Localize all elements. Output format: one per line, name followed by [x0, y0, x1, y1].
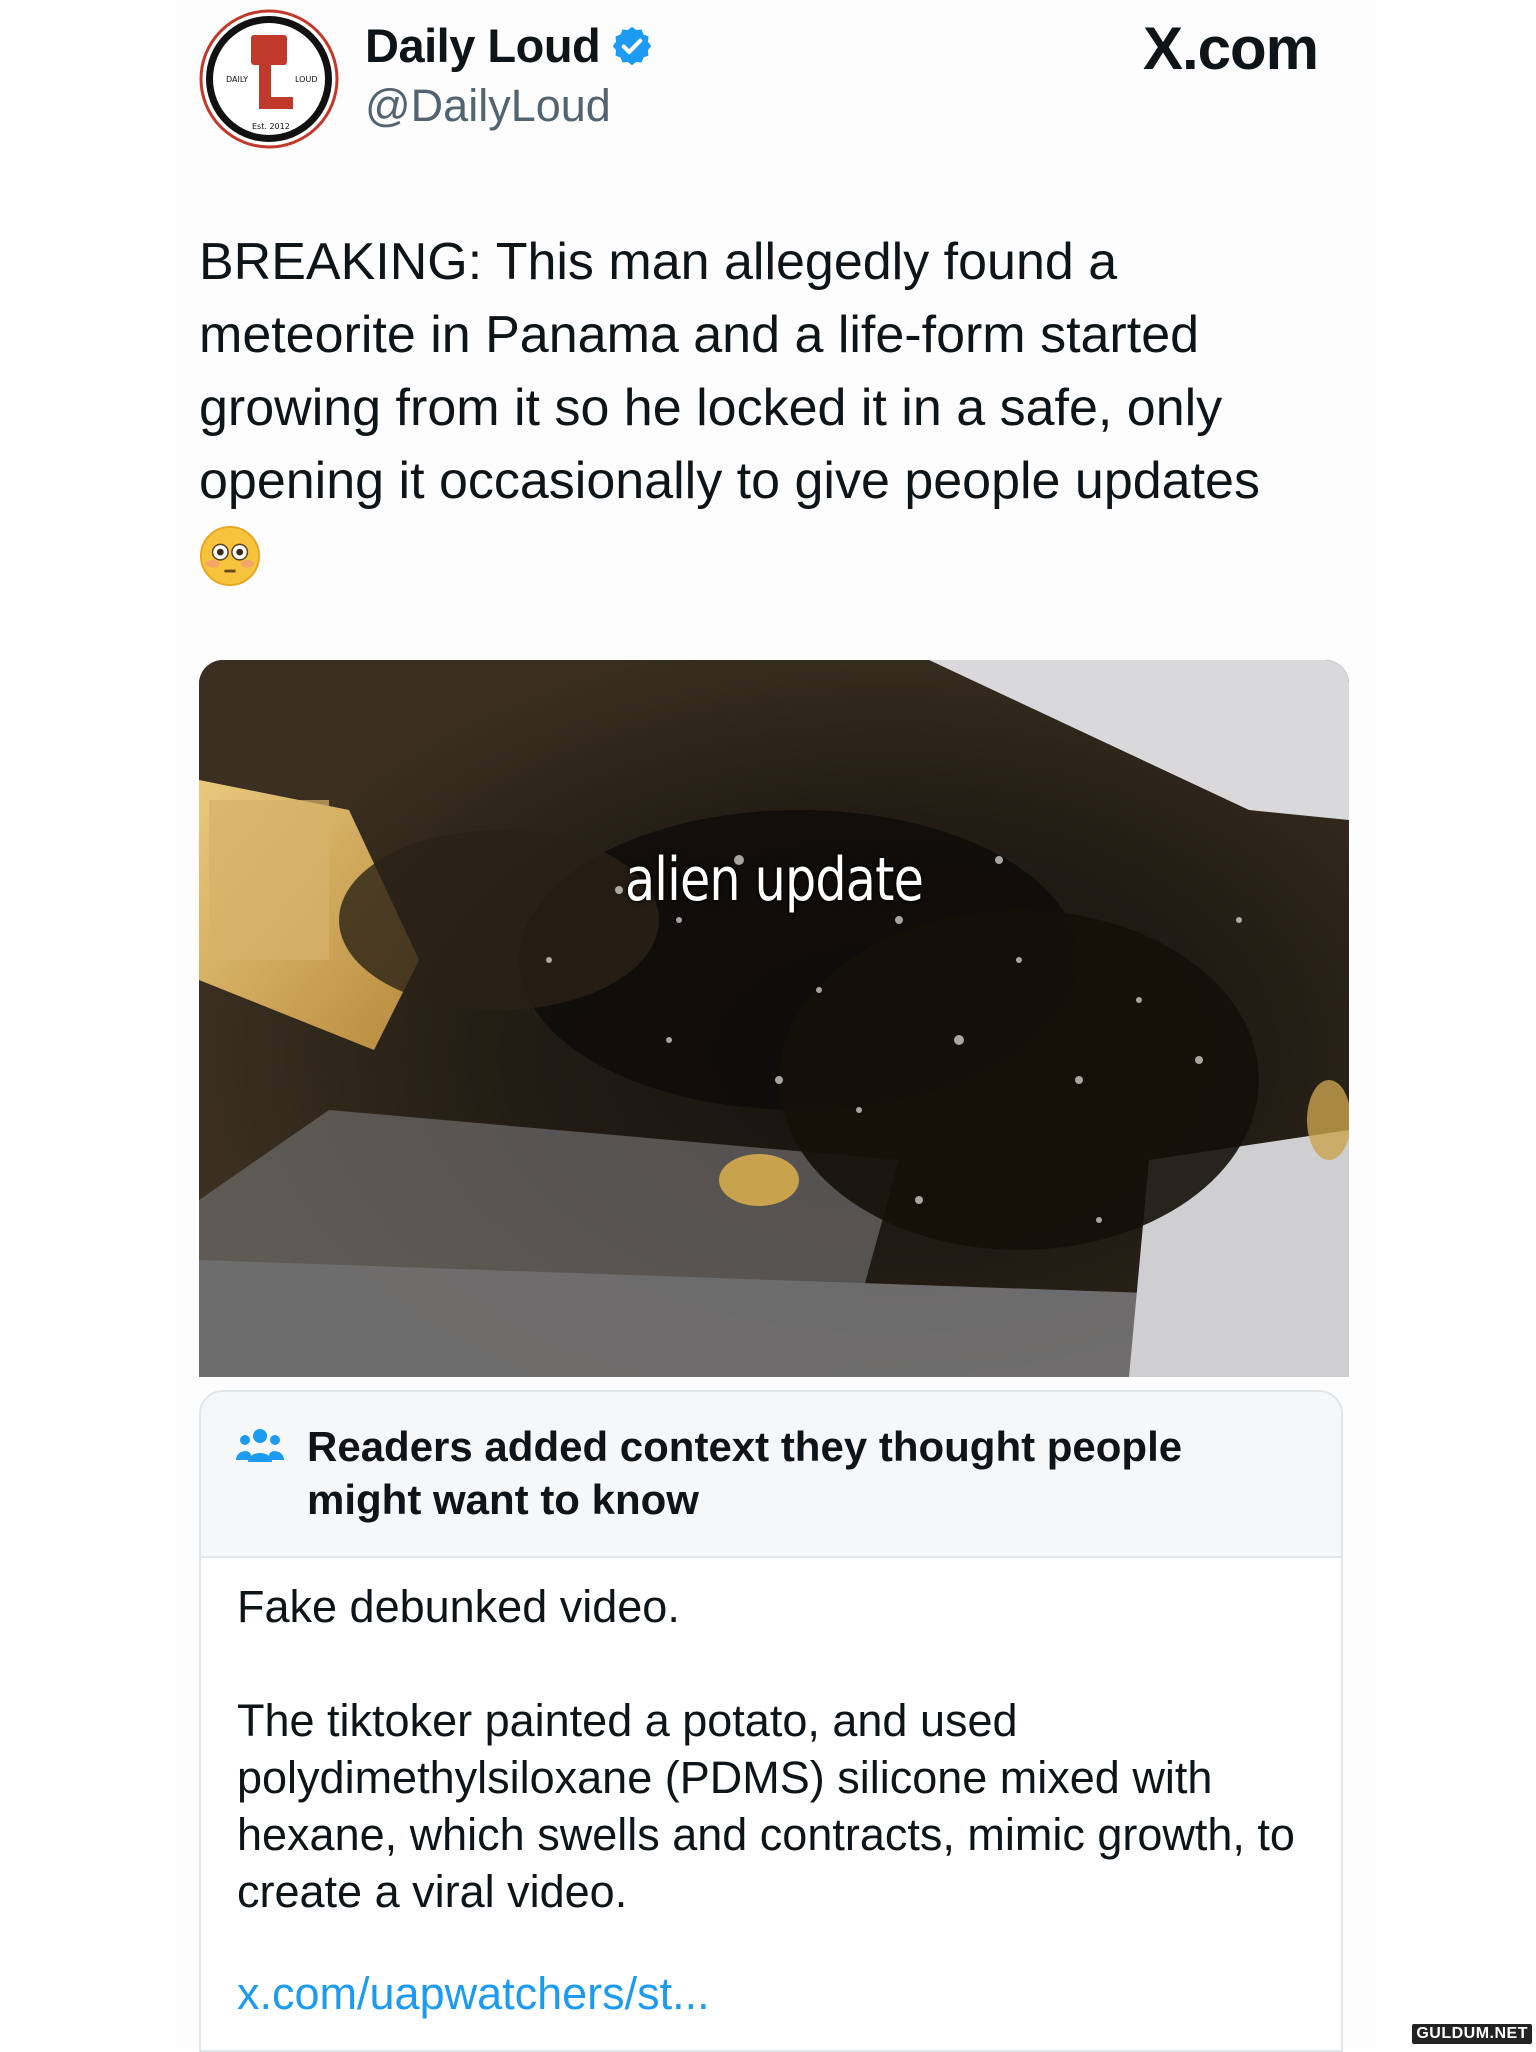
site-watermark: GULDUM.NET — [1412, 2024, 1532, 2044]
avatar-logo-left-text: DAILY — [226, 75, 248, 84]
avatar[interactable]: DAILY LOUD Est. 2012 — [199, 9, 339, 149]
readers-group-icon — [236, 1429, 284, 1462]
tweet-media-video[interactable] — [199, 660, 1349, 1377]
community-note-source-link[interactable]: x.com/uapwatchers/st... — [237, 1968, 710, 2020]
community-note-paragraph-1: Fake debunked video. — [237, 1581, 680, 1632]
flushed-face-emoji-icon — [199, 525, 261, 587]
video-caption: alien update — [624, 845, 924, 915]
author-name-row[interactable]: Daily Loud — [365, 18, 654, 73]
avatar-logo-bottom-text: Est. 2012 — [252, 122, 290, 131]
author-display-name[interactable]: Daily Loud — [365, 18, 601, 73]
community-note[interactable]: Readers added context they thought peopl… — [199, 1390, 1343, 2052]
tweet-text: BREAKING: This man allegedly found a met… — [199, 233, 1260, 510]
community-note-header: Readers added context they thought peopl… — [201, 1392, 1341, 1558]
author-handle[interactable]: @DailyLoud — [365, 80, 611, 132]
site-label: X.com — [1142, 15, 1319, 82]
verified-badge-icon — [612, 26, 652, 65]
avatar-logo-right-text: LOUD — [295, 75, 317, 84]
community-note-paragraph-2: The tiktoker painted a potato, and used … — [237, 1695, 1295, 1917]
video-thumbnail — [199, 660, 1349, 1377]
community-note-title: Readers added context they thought peopl… — [307, 1423, 1183, 1523]
community-note-body: Fake debunked video. The tiktoker painte… — [237, 1578, 1307, 1920]
